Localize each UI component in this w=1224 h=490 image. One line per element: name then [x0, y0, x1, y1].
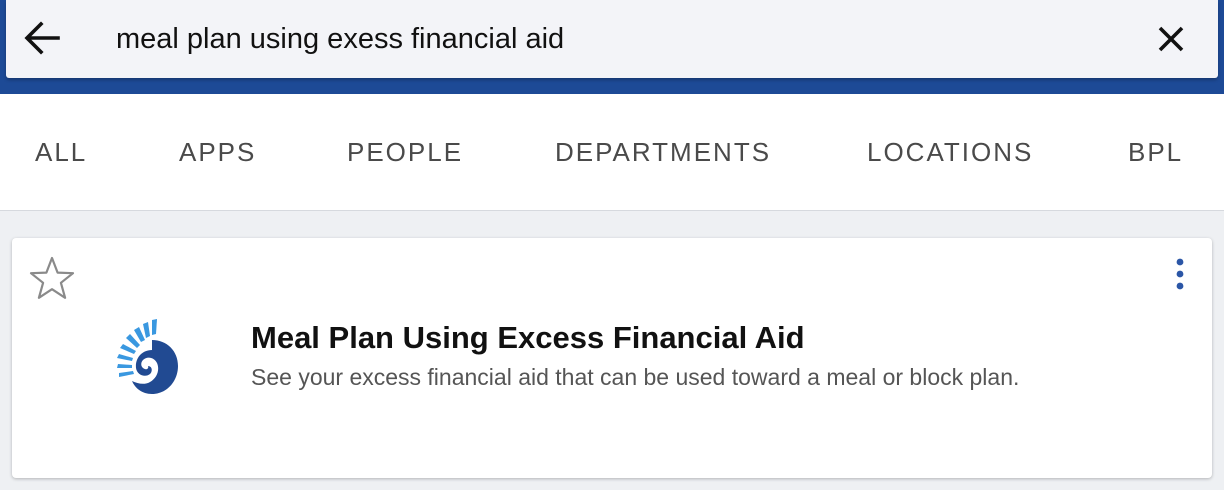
nautilus-logo-icon [117, 319, 178, 394]
top-bar: meal plan using exess financial aid [0, 0, 1224, 94]
star-outline-icon [29, 256, 75, 299]
tab-people[interactable]: PEOPLE [347, 134, 463, 170]
category-tabs: ALL APPS PEOPLE DEPARTMENTS LOCATIONS BP… [0, 94, 1224, 211]
tab-bpl[interactable]: BPL [1128, 134, 1183, 170]
tab-all[interactable]: ALL [35, 134, 87, 170]
clear-search-button[interactable] [1152, 20, 1190, 58]
result-description: See your excess financial aid that can b… [251, 364, 1020, 390]
back-button[interactable] [22, 18, 62, 58]
tab-apps[interactable]: APPS [179, 134, 256, 170]
arrow-left-icon [24, 21, 60, 55]
app-logo [112, 318, 182, 398]
search-bar: meal plan using exess financial aid [6, 0, 1218, 78]
close-icon [1158, 26, 1184, 52]
tab-departments[interactable]: DEPARTMENTS [555, 134, 771, 170]
result-card[interactable]: Meal Plan Using Excess Financial Aid See… [12, 238, 1212, 478]
result-title[interactable]: Meal Plan Using Excess Financial Aid [251, 320, 805, 356]
favorite-button[interactable] [28, 254, 76, 302]
more-vertical-icon [1176, 258, 1184, 290]
more-options-button[interactable] [1168, 256, 1192, 292]
tab-locations[interactable]: LOCATIONS [867, 134, 1033, 170]
search-input[interactable]: meal plan using exess financial aid [116, 18, 564, 60]
